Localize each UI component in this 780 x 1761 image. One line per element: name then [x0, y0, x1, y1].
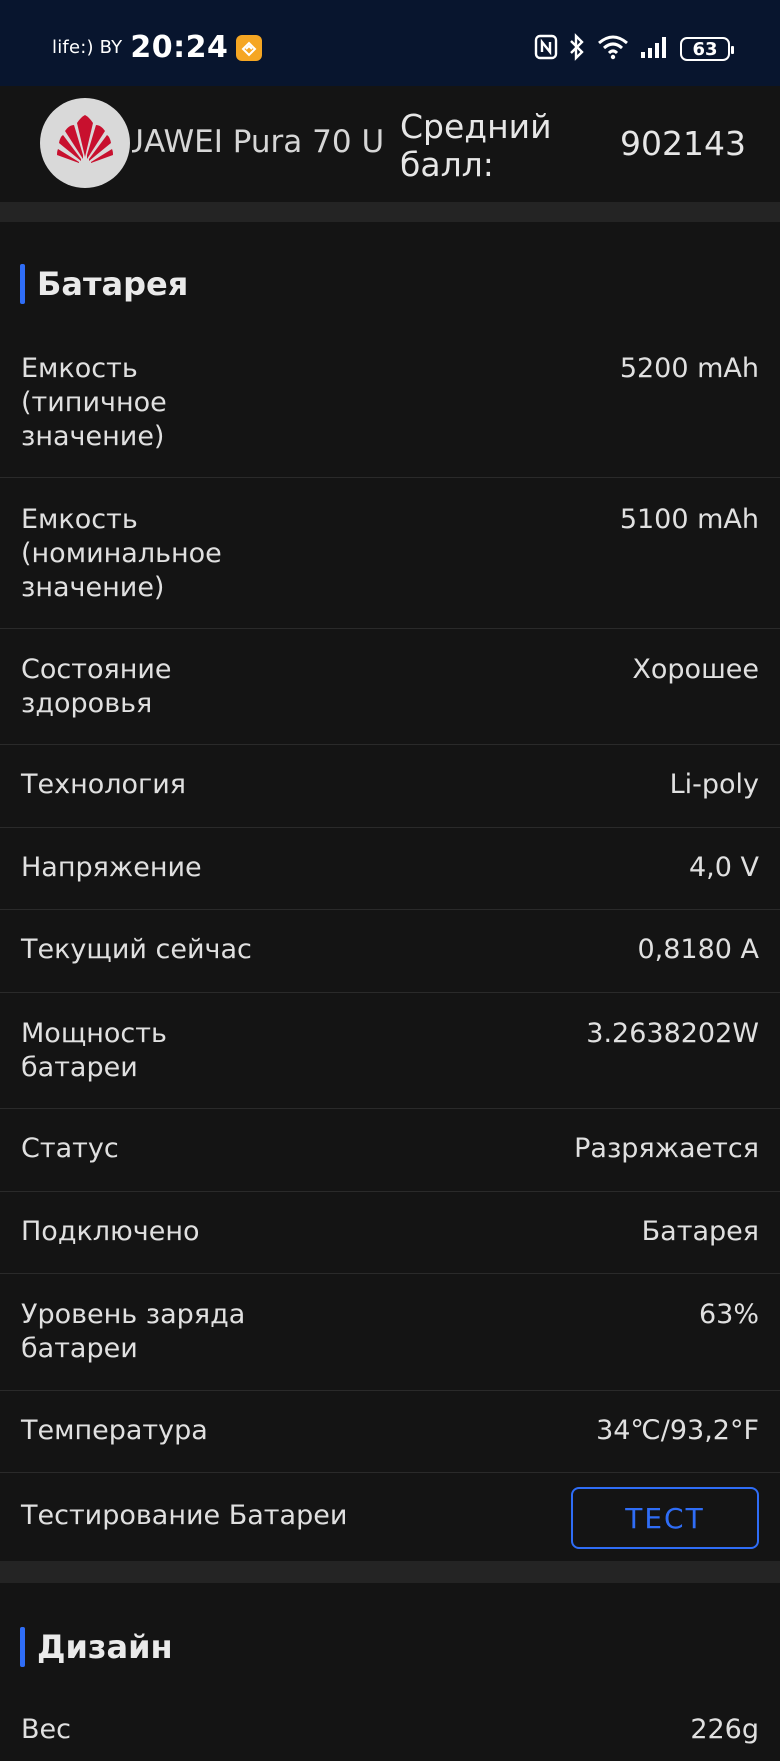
- row-label: Вес: [21, 1714, 71, 1745]
- info-row-battery-test: Тестирование Батареи ТЕСТ: [0, 1473, 780, 1561]
- row-value: Разряжается: [574, 1133, 759, 1164]
- battery-status-level: 63: [692, 38, 718, 60]
- signal-icon: [640, 35, 670, 63]
- info-row-capacity-rated: Емкость (номинальное значение) 5100 mAh: [0, 478, 780, 629]
- info-row-connected: Подключено Батарея: [0, 1192, 780, 1274]
- status-bar: life:) BY 20:24 63: [0, 0, 780, 86]
- row-value: 63%: [698, 1299, 759, 1330]
- info-row-weight: Вес 226g: [0, 1693, 780, 1761]
- brand-logo-icon: [40, 98, 130, 188]
- info-row-voltage: Напряжение 4,0 V: [0, 828, 780, 910]
- average-score-value: 902143: [620, 124, 746, 163]
- info-row-technology: Технология Li-poly: [0, 745, 780, 828]
- section-title-text: Батарея: [37, 265, 189, 303]
- info-row-battery-power: Мощность батареи 3.2638202W: [0, 993, 780, 1109]
- battery-info-list: Емкость (типичное значение) 5200 mAh Емк…: [0, 330, 780, 1561]
- row-label: Тестирование Батареи: [21, 1500, 348, 1531]
- row-value: 5100 mAh: [619, 504, 759, 535]
- row-value: 4,0 V: [689, 852, 759, 883]
- status-right: 63: [534, 33, 734, 65]
- device-header: HUAWEI Pura 70 Ultra Средний балл: 90214…: [0, 86, 780, 202]
- row-value: 34℃/93,2°F: [596, 1415, 759, 1446]
- row-label: Уровень заряда батареи: [21, 1299, 246, 1364]
- info-row-capacity-typical: Емкость (типичное значение) 5200 mAh: [0, 330, 780, 478]
- row-label: Подключено: [21, 1216, 200, 1247]
- device-name: HUAWEI Pura 70 Ultra: [132, 124, 384, 160]
- app-screen: life:) BY 20:24 63 UAWEI Pura 70 U Средн…: [0, 0, 780, 1761]
- row-label: Статус: [21, 1133, 119, 1164]
- row-label: Напряжение: [21, 852, 202, 883]
- clock: 20:24: [130, 30, 229, 65]
- row-value: 226g: [690, 1714, 759, 1745]
- bluetooth-icon: [568, 33, 586, 65]
- info-row-health: Состояние здоровья Хорошее: [0, 629, 780, 745]
- row-label: Текущий сейчас: [21, 934, 252, 965]
- average-score-label: Средний балл:: [400, 107, 552, 184]
- row-label: Емкость (типичное значение): [21, 353, 167, 452]
- row-label: Состояние здоровья: [21, 654, 172, 719]
- row-value: 5200 mAh: [619, 353, 759, 384]
- row-value: Батарея: [641, 1216, 759, 1247]
- section-divider: [0, 202, 780, 222]
- battery-test-button[interactable]: ТЕСТ: [571, 1487, 759, 1549]
- row-value: 0,8180 A: [637, 934, 759, 965]
- row-value: Хорошее: [632, 654, 759, 685]
- row-value: Li-poly: [669, 769, 759, 800]
- section-accent-bar: [20, 264, 25, 304]
- section-title-text: Дизайн: [37, 1628, 173, 1666]
- design-info-list: Вес 226g: [0, 1693, 780, 1761]
- info-row-status: Статус Разряжается: [0, 1109, 780, 1192]
- device-name-text: HUAWEI Pura 70 Ultra: [132, 124, 384, 160]
- battery-status-icon: 63: [680, 37, 734, 61]
- row-value: 3.2638202W: [586, 1018, 759, 1049]
- row-label: Температура: [21, 1415, 208, 1446]
- status-left: life:) BY 20:24: [52, 30, 263, 65]
- row-label: Мощность батареи: [21, 1018, 167, 1083]
- row-label: Емкость (номинальное значение): [21, 504, 222, 603]
- section-accent-bar: [20, 1627, 25, 1667]
- battery-section-title: Батарея: [20, 264, 188, 304]
- nfc-icon: [534, 34, 558, 64]
- wifi-icon: [596, 34, 630, 64]
- row-label: Технология: [21, 769, 187, 800]
- info-row-current: Текущий сейчас 0,8180 A: [0, 910, 780, 993]
- info-row-charge-level: Уровень заряда батареи 63%: [0, 1274, 780, 1391]
- section-divider: [0, 1561, 780, 1583]
- notification-app-icon: [236, 34, 263, 61]
- design-section-title: Дизайн: [20, 1627, 173, 1667]
- info-row-temperature: Температура 34℃/93,2°F: [0, 1391, 780, 1473]
- carrier-label: life:) BY: [52, 37, 123, 58]
